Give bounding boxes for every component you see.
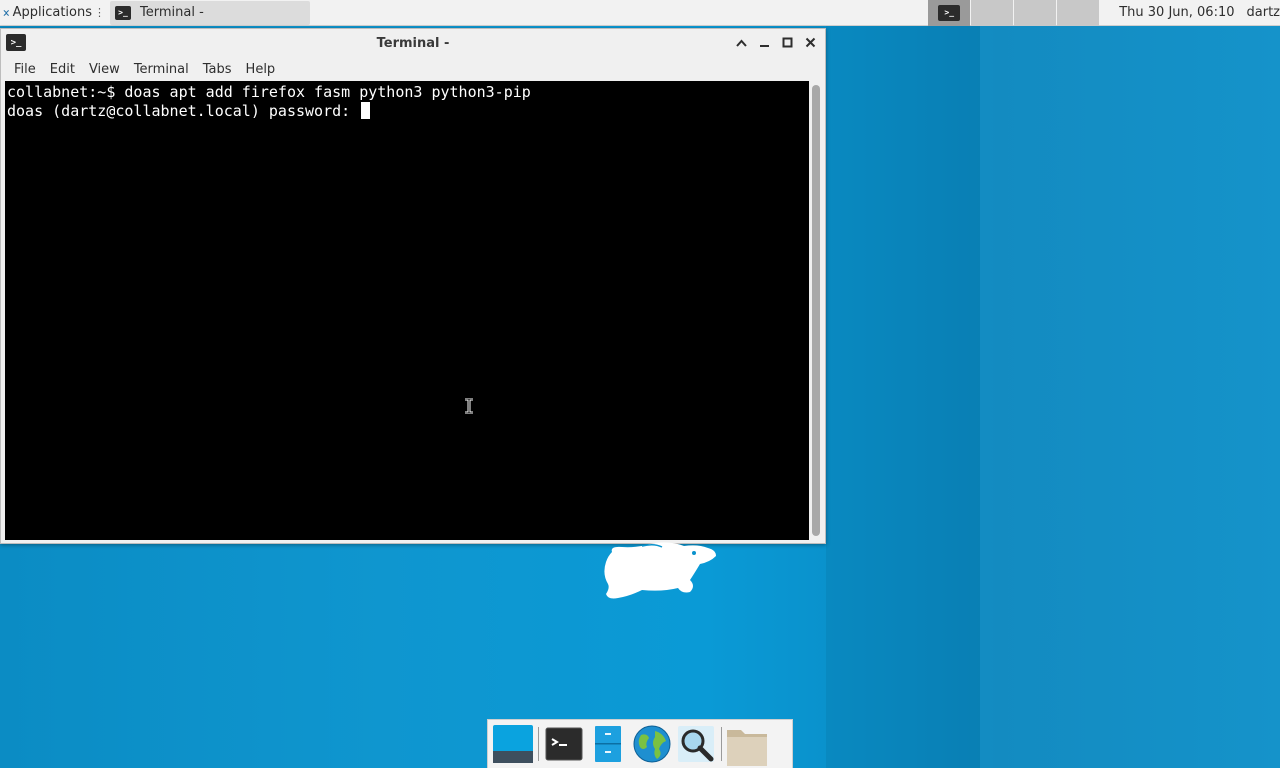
terminal-prompt-line: doas (dartz@collabnet.local) password: (7, 102, 807, 121)
maximize-button[interactable] (779, 34, 796, 51)
workspace-switcher: >_ (927, 0, 1100, 26)
ibeam-cursor-icon (465, 398, 473, 414)
terminal-window: >_ Terminal - File Edit View Terminal Ta… (0, 28, 826, 544)
folder-icon (727, 730, 767, 766)
applications-menu[interactable]: Applications ⋮ (0, 0, 109, 26)
workspace-2[interactable] (971, 0, 1014, 26)
top-panel: Applications ⋮ >_ Terminal - >_ Thu 30 J… (0, 0, 1280, 26)
close-icon (805, 37, 816, 48)
terminal-icon (545, 727, 583, 761)
menu-edit[interactable]: Edit (43, 62, 82, 77)
xfce-mouse-logo-icon (604, 542, 716, 599)
clock[interactable]: Thu 30 Jun, 06:10 (1119, 5, 1234, 20)
window-titlebar[interactable]: >_ Terminal - (1, 29, 825, 57)
menubar: File Edit View Terminal Tabs Help (1, 57, 825, 81)
dock-terminal[interactable] (542, 722, 586, 766)
chevron-up-icon (736, 39, 747, 47)
terminal-icon: >_ (938, 4, 961, 21)
xfce-logo-icon (3, 9, 10, 16)
text-cursor (361, 102, 371, 119)
minimize-button[interactable] (756, 34, 773, 51)
workspace-3[interactable] (1014, 0, 1057, 26)
dock (487, 719, 793, 768)
dock-app-finder[interactable] (674, 722, 718, 766)
globe-icon (633, 725, 671, 763)
applications-separator-icon: ⋮ (94, 6, 105, 19)
user-menu[interactable]: dartz (1247, 5, 1280, 20)
minimize-icon (760, 45, 769, 47)
menu-file[interactable]: File (7, 62, 43, 77)
dock-file-manager[interactable] (586, 722, 630, 766)
workspace-4[interactable] (1057, 0, 1100, 26)
desktop-stripe (826, 26, 980, 768)
close-button[interactable] (802, 34, 819, 51)
scrollbar-thumb[interactable] (812, 85, 820, 536)
maximize-icon (782, 37, 793, 48)
magnifier-icon (678, 726, 714, 762)
workspace-1[interactable]: >_ (928, 0, 971, 26)
dock-folder[interactable] (725, 722, 769, 766)
menu-tabs[interactable]: Tabs (196, 62, 239, 77)
terminal-output[interactable]: collabnet:~$ doas apt add firefox fasm p… (5, 81, 809, 540)
dock-web-browser[interactable] (630, 722, 674, 766)
applications-label: Applications (12, 5, 92, 20)
menu-view[interactable]: View (82, 62, 127, 77)
terminal-line: collabnet:~$ doas apt add firefox fasm p… (7, 83, 531, 101)
shade-button[interactable] (733, 34, 750, 51)
window-title: Terminal - (376, 35, 450, 51)
show-desktop-icon (493, 725, 533, 763)
menu-terminal[interactable]: Terminal (127, 62, 196, 77)
terminal-icon: >_ (115, 5, 131, 20)
terminal-scrollbar[interactable] (809, 81, 823, 540)
taskbar-button-terminal[interactable]: >_ Terminal - (110, 0, 310, 25)
password-prompt: doas (dartz@collabnet.local) password: (7, 102, 360, 120)
taskbar-label: Terminal - (140, 5, 204, 20)
dock-separator (538, 727, 539, 761)
dock-show-desktop[interactable] (491, 722, 535, 766)
file-cabinet-icon (595, 726, 621, 762)
menu-help[interactable]: Help (239, 62, 283, 77)
desktop-stripe (980, 26, 1280, 768)
dock-separator (721, 727, 722, 761)
